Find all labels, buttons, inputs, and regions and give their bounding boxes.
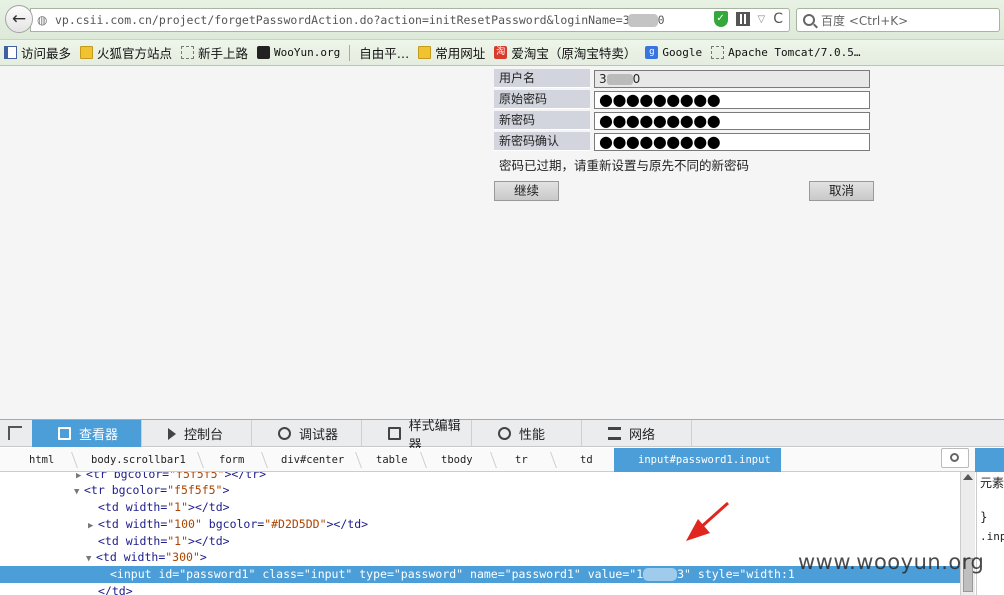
screenshot-root: ◍ vp.csii.com.cn/project/forgetPasswordA… bbox=[0, 0, 1004, 595]
watermark: www.wooyun.org bbox=[798, 550, 985, 574]
annotation-arrow-icon bbox=[686, 501, 729, 541]
